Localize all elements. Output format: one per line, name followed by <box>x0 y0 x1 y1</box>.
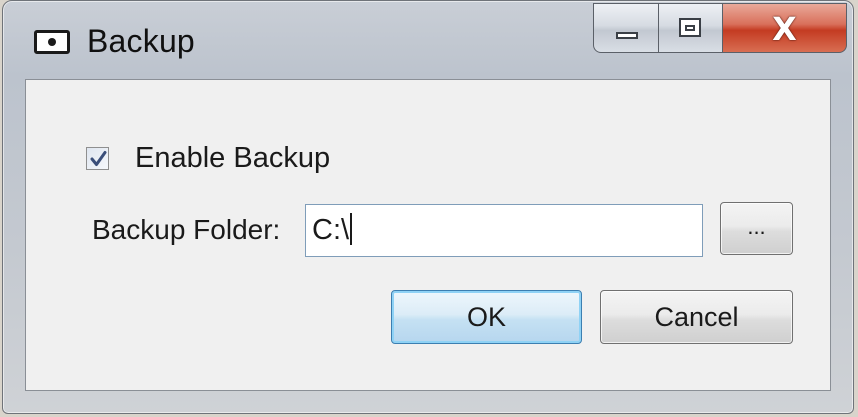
backup-dialog-window: Backup X Enable Backup Backup Folder: C:… <box>2 0 854 414</box>
backup-folder-value: C:\ <box>312 214 350 246</box>
minimize-icon <box>616 32 638 39</box>
close-icon: X <box>772 10 797 48</box>
caption-buttons: X <box>593 3 847 55</box>
browse-button[interactable]: ... <box>720 202 793 255</box>
window-title: Backup <box>87 23 195 59</box>
maximize-button[interactable] <box>659 3 723 53</box>
enable-backup-label[interactable]: Enable Backup <box>135 142 330 175</box>
enable-backup-checkbox[interactable] <box>86 147 109 170</box>
dialog-client-area: Enable Backup Backup Folder: C:\ ... OK … <box>25 79 831 391</box>
text-caret <box>350 213 353 245</box>
cancel-button[interactable]: Cancel <box>600 290 793 344</box>
window-app-icon[interactable] <box>34 30 70 54</box>
checkmark-icon <box>90 151 107 166</box>
close-button[interactable]: X <box>723 3 847 53</box>
backup-folder-input[interactable]: C:\ <box>305 204 703 257</box>
maximize-icon <box>679 18 701 37</box>
ok-button[interactable]: OK <box>391 290 582 344</box>
minimize-button[interactable] <box>593 3 659 53</box>
backup-folder-label: Backup Folder: <box>92 214 281 245</box>
title-bar[interactable]: Backup X <box>3 1 853 79</box>
